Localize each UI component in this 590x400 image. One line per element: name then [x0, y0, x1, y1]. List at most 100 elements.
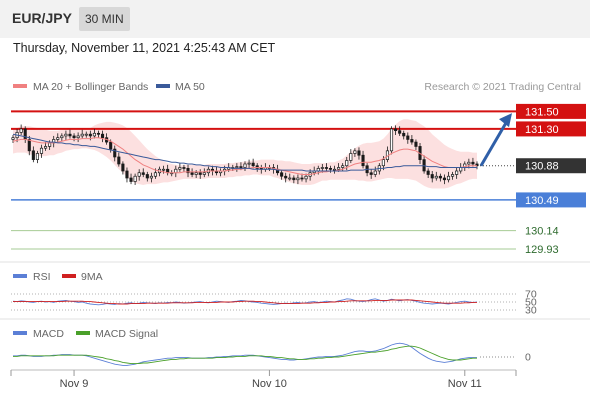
forecast-arrow-shaft	[479, 120, 509, 167]
candle-body	[80, 133, 84, 137]
credit-label: Research © 2021 Trading Central	[424, 81, 581, 93]
candle-body	[141, 172, 145, 175]
candle-body	[345, 160, 349, 167]
candle-body	[373, 170, 377, 175]
candle-body	[109, 141, 113, 150]
candle-body	[332, 168, 337, 171]
candle-body	[426, 170, 430, 175]
ma20-legend-swatch	[13, 84, 27, 88]
rsi-legend-swatch	[13, 274, 27, 278]
candle-body	[202, 172, 206, 175]
candle-body	[64, 133, 68, 137]
candle-body	[56, 137, 60, 140]
candle-body	[337, 167, 341, 170]
candle-body	[381, 159, 385, 167]
candle-body	[11, 137, 15, 140]
candle-body	[414, 141, 418, 147]
candle-body	[243, 163, 247, 168]
candle-body	[31, 150, 35, 160]
candle-body	[459, 167, 463, 172]
candle-body	[292, 177, 296, 181]
candle-body	[455, 170, 459, 175]
candle-body	[341, 165, 345, 168]
candle-body	[239, 166, 243, 168]
candle-body	[251, 162, 255, 167]
rsi-legend-label: RSI	[33, 271, 51, 283]
candle-body	[349, 153, 353, 161]
rsi-ma-legend-swatch	[62, 274, 76, 278]
candle-body	[88, 133, 92, 137]
level-label-130.88: 130.88	[525, 161, 559, 173]
candle	[389, 126, 394, 155]
candle-body	[133, 175, 137, 182]
main-legend: MA 20 + Bollinger Bands MA 50 Research ©…	[13, 81, 581, 93]
candle-body	[129, 177, 133, 182]
candle-body	[72, 135, 76, 139]
candle-body	[406, 135, 410, 140]
candle-body	[304, 175, 308, 180]
level-label-129.93: 129.93	[525, 244, 559, 256]
macd-legend-swatch	[13, 331, 27, 335]
candle-body	[389, 128, 394, 152]
forecast-arrow	[479, 113, 512, 167]
time-axis: Nov 9 Nov 10 Nov 11	[10, 369, 517, 390]
candle-body	[467, 161, 471, 165]
candle-body	[190, 172, 194, 175]
ma20-legend-label: MA 20 + Bollinger Bands	[33, 81, 148, 93]
x-tick-label: Nov 10	[252, 378, 287, 390]
macd-lines: 0	[13, 342, 531, 366]
candle-body	[247, 162, 251, 165]
candle-body	[149, 175, 153, 179]
candle-body	[178, 167, 182, 170]
candle-body	[92, 132, 96, 137]
candle-body	[60, 135, 64, 139]
ma50-legend-label: MA 50	[175, 81, 205, 93]
candle-body	[125, 170, 129, 179]
rsi-panel: RSI 9MA 705030	[0, 261, 590, 317]
candle-body	[394, 128, 398, 132]
candle-body	[19, 128, 23, 133]
candle-body	[198, 172, 202, 175]
candle-body	[288, 177, 292, 180]
candle-body	[296, 177, 300, 181]
candle-body	[35, 153, 39, 160]
candle-body	[324, 167, 328, 169]
candle-body	[398, 130, 402, 134]
level-label-131.30: 131.30	[525, 124, 559, 136]
candle-body	[27, 139, 31, 152]
candle-body	[121, 163, 125, 172]
candle-body	[284, 175, 288, 179]
chart-canvas: 131.50 131.30 130.88 130.49 130.14 129.93 MA …	[0, 81, 590, 390]
rsi-tick-label: 30	[525, 305, 537, 317]
candle-body	[84, 133, 88, 136]
macd-tick-label: 0	[525, 352, 531, 364]
level-label-130.14: 130.14	[525, 226, 559, 238]
candle-body	[137, 172, 141, 177]
candle-body	[48, 142, 52, 147]
candle-body	[76, 135, 80, 139]
candle-body	[402, 132, 406, 137]
candle-body	[438, 175, 442, 179]
macd-panel: MACD MACD Signal 0	[0, 318, 590, 366]
x-tick-label: Nov 9	[60, 378, 89, 390]
candle-body	[235, 166, 239, 168]
level-labels: 131.50 131.30 130.88 130.49 130.14 129.93	[516, 103, 586, 256]
ma50-legend-swatch	[156, 84, 170, 88]
candle-body	[471, 161, 475, 165]
candle-body	[153, 172, 158, 177]
candle-body	[162, 168, 166, 171]
candle-body	[357, 150, 361, 156]
candle-body	[410, 139, 414, 143]
candle-body	[328, 168, 333, 170]
candle-body	[361, 154, 365, 167]
candle-body	[280, 172, 284, 177]
level-label-131.50: 131.50	[525, 106, 559, 118]
candle-body	[300, 177, 304, 180]
candle-body	[100, 133, 105, 139]
candle-body	[442, 177, 446, 181]
rsi-ma-legend-label: 9MA	[81, 271, 103, 283]
candle-body	[434, 175, 438, 179]
candle-body	[320, 167, 324, 169]
candle-body	[96, 132, 101, 135]
candle-body	[430, 174, 434, 179]
